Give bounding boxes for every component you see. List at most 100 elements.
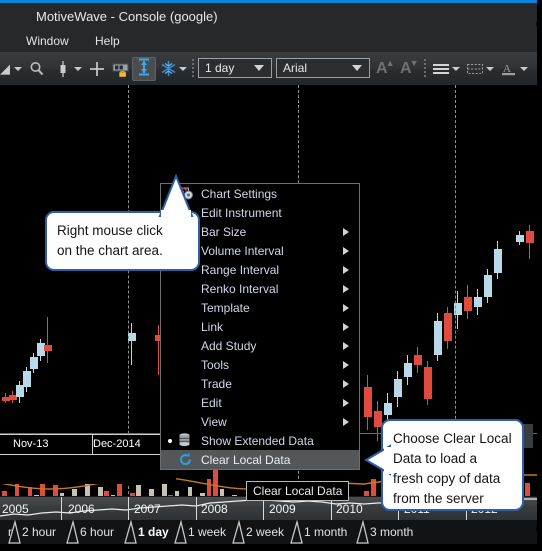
bar-size-select[interactable]: 1 day bbox=[198, 58, 272, 78]
candle-body bbox=[30, 357, 38, 369]
candle-body bbox=[414, 355, 422, 365]
toolbar-bar-type-dropdown[interactable] bbox=[74, 52, 82, 85]
candle-body bbox=[364, 387, 372, 417]
menu-bar: Window Help bbox=[0, 30, 537, 52]
candle-wick bbox=[131, 323, 133, 365]
font-family-select[interactable]: Arial bbox=[276, 58, 370, 78]
toolbar-crosshair[interactable] bbox=[86, 52, 108, 85]
callout-right-click-line-1: Right mouse click bbox=[57, 223, 163, 238]
torn-edge-jagged bbox=[536, 0, 542, 551]
toolbar-bar-type[interactable] bbox=[52, 52, 74, 85]
toolbar-snowflake-dropdown[interactable] bbox=[179, 52, 187, 85]
submenu-arrow-icon bbox=[343, 342, 349, 350]
toolbar-zoom-tool[interactable] bbox=[26, 52, 48, 85]
candle-body bbox=[424, 367, 432, 399]
crosshair-icon bbox=[86, 58, 108, 80]
border-dropdown[interactable] bbox=[486, 52, 494, 85]
time-axis-year-label: 2008 bbox=[201, 502, 228, 516]
font-color-button[interactable]: A bbox=[498, 52, 520, 85]
chevron-down-icon bbox=[74, 66, 82, 71]
candle-body bbox=[394, 379, 402, 397]
context-menu-item-view[interactable]: View bbox=[161, 412, 359, 431]
app-window: MotiveWave - Console (google) Window Hel… bbox=[0, 0, 542, 551]
submenu-arrow-icon bbox=[343, 361, 349, 369]
candle-body bbox=[494, 249, 502, 273]
font-decrease-button[interactable]: A ▼ bbox=[400, 52, 419, 85]
snowflake-icon bbox=[157, 58, 179, 80]
torn-edge-jagged-bottom bbox=[0, 544, 542, 551]
date-label-2: Dec-2014 bbox=[93, 438, 141, 450]
font-color-dropdown[interactable] bbox=[520, 52, 528, 85]
window-title: MotiveWave - Console (google) bbox=[36, 9, 218, 24]
chevron-down-icon bbox=[520, 66, 528, 71]
context-menu-item-trade[interactable]: Trade bbox=[161, 374, 359, 393]
font-increase-icon: A ▲ bbox=[376, 57, 395, 77]
callout-clear-line-1: Choose Clear Local bbox=[393, 431, 512, 446]
time-axis-year-label: 2009 bbox=[269, 502, 296, 516]
date-axis: Nov-13 Dec-2014 bbox=[0, 434, 176, 455]
context-menu-item-show-extended-data[interactable]: Show Extended Data bbox=[161, 431, 359, 450]
candle-body bbox=[404, 363, 412, 377]
context-menu-item-label: Bar Size bbox=[201, 224, 247, 239]
toolbar-snowflake[interactable] bbox=[157, 52, 179, 85]
context-menu-item-add-study[interactable]: Add Study bbox=[161, 336, 359, 355]
align-button[interactable] bbox=[430, 52, 452, 85]
toolbar-lock-scale[interactable] bbox=[110, 52, 132, 85]
font-increase-button[interactable]: A ▲ bbox=[376, 52, 395, 85]
menu-help[interactable]: Help bbox=[90, 33, 125, 49]
context-menu-item-label: Renko Interval bbox=[201, 281, 279, 296]
toolbar-separator bbox=[192, 59, 194, 78]
candle-body bbox=[444, 313, 452, 341]
context-menu-item-label: Volume Interval bbox=[201, 243, 284, 258]
candle-body bbox=[128, 333, 136, 341]
callout-clear-local-data: Choose Clear Local Data to load a fresh … bbox=[381, 419, 524, 511]
context-menu-item-label: Edit Instrument bbox=[201, 205, 282, 220]
border-button[interactable] bbox=[464, 52, 486, 85]
submenu-arrow-icon bbox=[343, 418, 349, 426]
candle-wick bbox=[47, 317, 49, 363]
date-axis-bottom-rule bbox=[0, 454, 176, 455]
context-menu-item-clear-local-data[interactable]: Clear Local Data bbox=[161, 450, 359, 469]
toolbar-cursor-dropdown[interactable] bbox=[14, 52, 22, 85]
align-dropdown[interactable] bbox=[452, 52, 460, 85]
font-family-value: Arial bbox=[283, 61, 308, 75]
context-menu-item-template[interactable]: Template bbox=[161, 298, 359, 317]
context-menu-item-link[interactable]: Link bbox=[161, 317, 359, 336]
title-bar: MotiveWave - Console (google) bbox=[0, 3, 537, 30]
chevron-down-icon bbox=[486, 66, 494, 71]
submenu-arrow-icon bbox=[343, 228, 349, 236]
callout-clear-line-3: fresh copy of data bbox=[393, 471, 501, 486]
zoom-icon bbox=[26, 58, 48, 80]
context-menu-item-edit[interactable]: Edit bbox=[161, 393, 359, 412]
toolbar-fit-vertical[interactable] bbox=[132, 57, 156, 81]
candle-body bbox=[464, 297, 472, 311]
chevron-down-icon bbox=[254, 65, 264, 71]
toolbar-separator-2 bbox=[424, 59, 426, 78]
context-menu-item-tools[interactable]: Tools bbox=[161, 355, 359, 374]
callout-right-click: Right mouse click on the chart area. bbox=[45, 211, 200, 271]
chevron-down-icon bbox=[179, 66, 187, 71]
submenu-arrow-icon bbox=[343, 380, 349, 388]
context-menu-item-label: Edit bbox=[201, 395, 222, 410]
chart-bottom-filler bbox=[0, 454, 176, 484]
chevron-down-icon bbox=[352, 65, 362, 71]
candle-body bbox=[44, 345, 52, 351]
context-menu-item-label: View bbox=[201, 414, 227, 429]
context-menu-item-label: Link bbox=[201, 319, 224, 334]
time-axis-tick bbox=[61, 497, 62, 521]
candle-body bbox=[434, 321, 442, 355]
menu-window[interactable]: Window bbox=[21, 33, 74, 49]
time-axis-year-label: 2010 bbox=[336, 502, 363, 516]
candle-body bbox=[23, 371, 31, 387]
context-menu-item-label: Tools bbox=[201, 357, 230, 372]
context-menu-item-label: Clear Local Data bbox=[201, 452, 291, 467]
callout-right-click-line-2: on the chart area. bbox=[57, 243, 163, 258]
context-menu-item-label: Trade bbox=[201, 376, 232, 391]
font-color-icon: A bbox=[498, 58, 520, 80]
time-axis-tick bbox=[196, 497, 197, 521]
context-menu-item-renko-interval[interactable]: Renko Interval bbox=[161, 279, 359, 298]
border-icon bbox=[464, 58, 486, 80]
time-axis-year-label: 2006 bbox=[68, 502, 95, 516]
callout-clear-line-4: from the server bbox=[393, 491, 484, 506]
candle-body bbox=[484, 275, 492, 297]
